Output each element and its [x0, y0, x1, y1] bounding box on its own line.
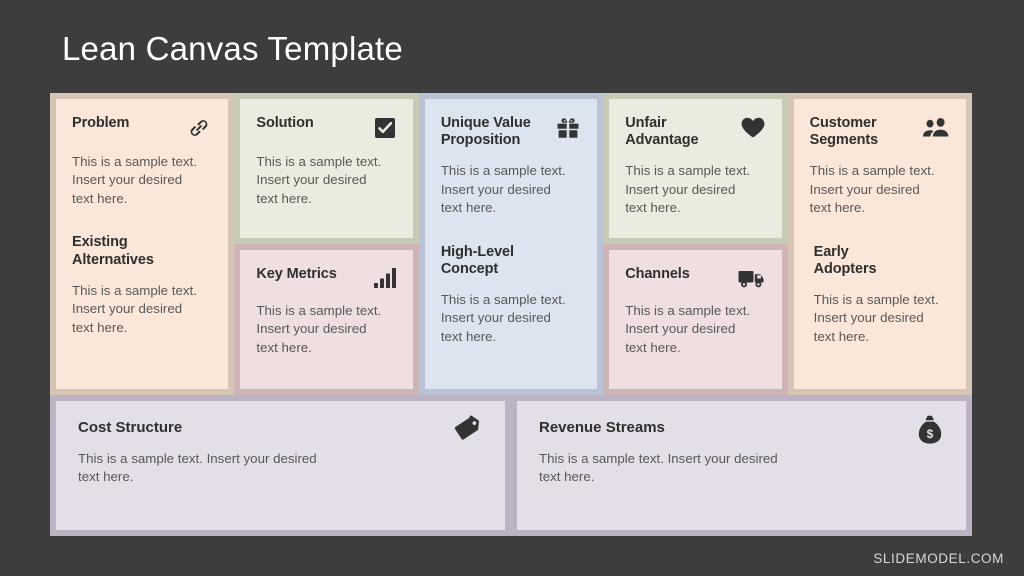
tile-cost-structure-inner: Cost Structure This is a sample text. In… — [56, 401, 505, 530]
tile-title-key-metrics: Key Metrics — [256, 266, 337, 282]
tile-body-solution: This is a sample text. Insert your desir… — [256, 154, 382, 206]
tile-problem[interactable]: Problem This is a sample text. Insert yo… — [50, 93, 235, 395]
tile-title-revenue-streams: Revenue Streams — [539, 419, 665, 436]
tile-channels-header: Channels — [625, 266, 765, 289]
subblock-high-level-concept[interactable]: High-Level Concept This is a sample text… — [441, 244, 581, 347]
canvas-column-problem: Problem This is a sample text. Insert yo… — [50, 93, 235, 395]
tile-solution[interactable]: Solution This is a sample text. Insert y… — [234, 93, 419, 244]
tile-body-early-adopters: This is a sample text. Insert your desir… — [813, 291, 939, 344]
tile-body-key-metrics: This is a sample text. Insert your desir… — [256, 303, 382, 355]
tile-customer-segments[interactable]: Customer Segments This is a sample text.… — [787, 93, 973, 395]
canvas-column-solution: Solution This is a sample text. Insert y… — [234, 93, 419, 395]
tile-key-metrics[interactable]: Key Metrics This is a sample text. Inser… — [234, 244, 419, 395]
tile-customer-segments-header: Customer Segments — [810, 115, 950, 149]
tile-title-unfair-advantage: Unfair Advantage — [625, 115, 699, 149]
subblock-existing-alternatives[interactable]: Existing Alternatives This is a sample t… — [72, 234, 212, 337]
tile-title-high-level-concept: High-Level Concept — [440, 243, 514, 277]
tile-customer-segments-inner: Customer Segments This is a sample text.… — [793, 99, 967, 389]
price-tag-icon — [451, 415, 483, 445]
tile-title-early-adopters: Early Adopters — [813, 243, 877, 277]
tile-unfair-advantage-header: Unfair Advantage — [625, 115, 765, 149]
tile-unique-value-proposition[interactable]: Unique Value Proposition This is a sampl… — [418, 93, 604, 395]
tile-key-metrics-header: Key Metrics — [256, 266, 396, 289]
tile-title-cost-structure: Cost Structure — [78, 419, 183, 436]
tile-channels-inner: Channels This is a sample text. Insert y… — [609, 250, 782, 389]
tile-body-revenue-streams: This is a sample text. Insert your desir… — [539, 451, 778, 485]
tile-title-channels: Channels — [625, 266, 690, 282]
canvas-column-customer-segments: Customer Segments This is a sample text.… — [787, 93, 973, 395]
tile-body-high-level-concept: This is a sample text. Insert your desir… — [440, 291, 566, 344]
tile-solution-inner: Solution This is a sample text. Insert y… — [240, 99, 413, 238]
canvas-bottom-row: Cost Structure This is a sample text. In… — [50, 395, 972, 536]
tile-uvp-header: Unique Value Proposition — [441, 115, 581, 149]
tile-body-problem: This is a sample text. Insert your desir… — [72, 154, 197, 206]
checkmark-icon — [373, 116, 397, 140]
tile-body-cost-structure: This is a sample text. Insert your desir… — [78, 451, 317, 485]
tile-title-solution: Solution — [256, 115, 314, 131]
tile-channels[interactable]: Channels This is a sample text. Insert y… — [603, 244, 788, 395]
heart-icon — [740, 116, 766, 139]
watermark: SLIDEMODEL.COM — [873, 551, 1004, 566]
tile-revenue-streams-inner: Revenue Streams This is a sample text. I… — [517, 401, 966, 530]
people-icon — [922, 116, 950, 138]
tile-title-unique-value-proposition: Unique Value Proposition — [440, 115, 531, 149]
canvas-column-uvp: Unique Value Proposition This is a sampl… — [418, 93, 604, 395]
tile-problem-header: Problem — [72, 115, 212, 140]
lean-canvas-panel: Problem This is a sample text. Insert yo… — [50, 93, 973, 536]
tile-unfair-advantage-inner: Unfair Advantage This is a sample text. … — [609, 99, 782, 238]
tile-revenue-streams[interactable]: Revenue Streams This is a sample text. I… — [511, 395, 972, 536]
canvas-top-row: Problem This is a sample text. Insert yo… — [50, 93, 973, 395]
tile-title-customer-segments: Customer Segments — [809, 115, 879, 149]
tile-uvp-inner: Unique Value Proposition This is a sampl… — [424, 99, 598, 389]
tile-body-channels: This is a sample text. Insert your desir… — [625, 303, 751, 355]
tile-title-existing-alternatives: Existing Alternatives — [72, 234, 154, 268]
tile-problem-inner: Problem This is a sample text. Insert yo… — [56, 99, 229, 389]
bar-chart-icon — [373, 267, 397, 289]
subblock-early-adopters[interactable]: Early Adopters This is a sample text. In… — [810, 244, 950, 347]
tile-body-unfair-advantage: This is a sample text. Insert your desir… — [625, 163, 751, 216]
tile-title-problem: Problem — [72, 115, 130, 131]
tile-unfair-advantage[interactable]: Unfair Advantage This is a sample text. … — [603, 93, 788, 244]
tile-body-customer-segments: This is a sample text. Insert your desir… — [809, 163, 935, 216]
svg-text:$: $ — [927, 427, 934, 441]
gift-icon — [555, 116, 581, 140]
tile-body-existing-alternatives: This is a sample text. Insert your desir… — [72, 282, 197, 335]
link-icon — [186, 116, 212, 140]
tile-key-metrics-inner: Key Metrics This is a sample text. Inser… — [240, 250, 413, 389]
tile-body-unique-value-proposition: This is a sample text. Insert your desir… — [440, 163, 566, 216]
tile-cost-structure[interactable]: Cost Structure This is a sample text. In… — [50, 395, 511, 536]
tile-solution-header: Solution — [256, 115, 396, 140]
canvas-column-unfair-advantage: Unfair Advantage This is a sample text. … — [603, 93, 788, 395]
truck-icon — [738, 267, 766, 289]
money-bag-icon: $ — [916, 415, 944, 445]
slide-title: Lean Canvas Template — [62, 30, 403, 67]
